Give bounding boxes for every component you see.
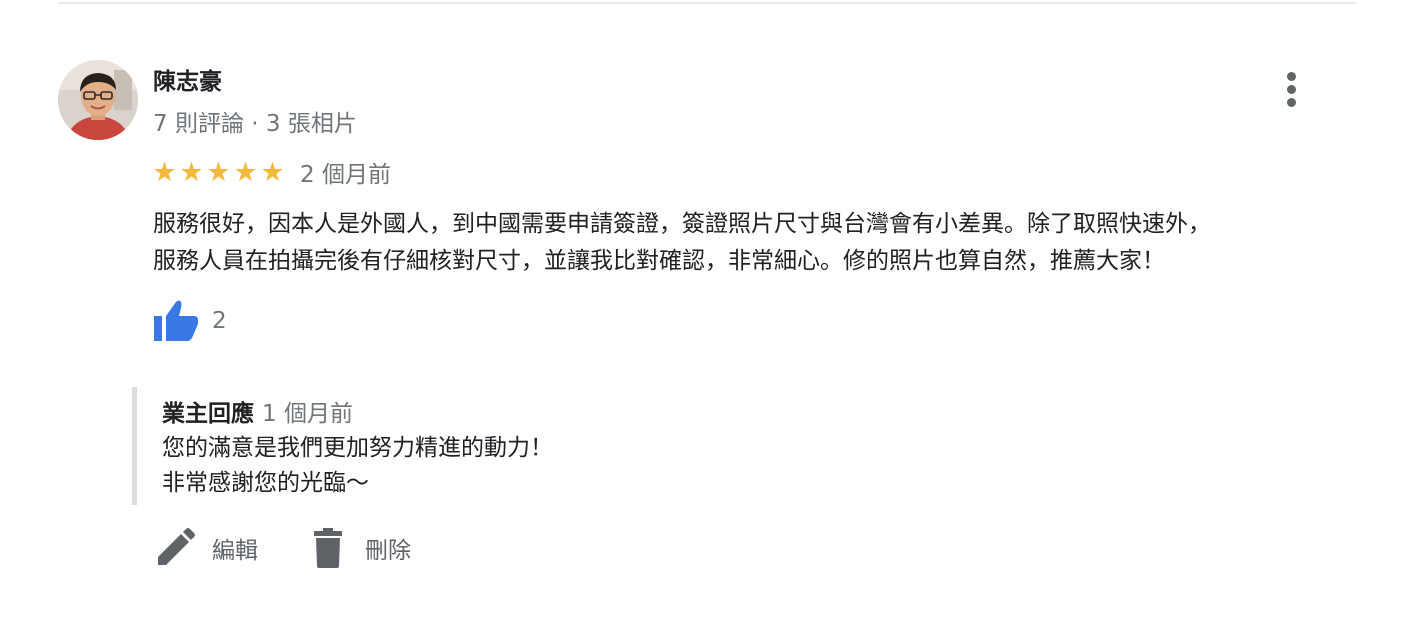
reviewer-meta[interactable]: 7 則評論 · 3 張相片 <box>153 104 357 138</box>
reviewer-name[interactable]: 陳志豪 <box>153 62 222 96</box>
avatar-photo <box>58 60 138 140</box>
owner-reply-header: 業主回應 1 個月前 <box>162 397 832 431</box>
like-button[interactable] <box>152 298 200 344</box>
reviewer-avatar[interactable] <box>58 60 138 140</box>
rating-row: ★ ★ ★ ★ ★ 2 個月前 <box>152 154 391 190</box>
top-divider <box>58 2 1356 4</box>
trash-icon <box>308 528 348 568</box>
star-icon: ★ <box>152 156 177 188</box>
star-icon: ★ <box>206 156 231 188</box>
reply-actions: 編輯 刪除 <box>155 528 411 568</box>
delete-button[interactable]: 刪除 <box>308 528 411 568</box>
star-icon: ★ <box>179 156 204 188</box>
edit-label: 編輯 <box>212 538 258 564</box>
review-text: 服務很好，因本人是外國人，到中國需要申請簽證，簽證照片尺寸與台灣會有小差異。除了… <box>153 206 1368 280</box>
owner-reply-date: 1 個月前 <box>262 401 353 427</box>
more-options-button[interactable] <box>1276 68 1308 110</box>
star-icon: ★ <box>260 156 285 188</box>
star-rating: ★ ★ ★ ★ ★ <box>152 159 285 186</box>
owner-reply-label: 業主回應 <box>162 401 254 427</box>
like-count: 2 <box>212 308 227 334</box>
review-date: 2 個月前 <box>300 162 391 188</box>
like-row: 2 <box>152 298 227 344</box>
owner-reply-line: 非常感謝您的光臨～ <box>162 470 369 496</box>
star-icon: ★ <box>233 156 258 188</box>
review-text-line: 服務人員在拍攝完後有仔細核對尺寸，並讓我比對確認，非常細心。修的照片也算自然，推… <box>153 248 1165 274</box>
owner-reply-line: 您的滿意是我們更加努力精進的動力！ <box>162 435 553 461</box>
owner-reply: 業主回應 1 個月前 您的滿意是我們更加努力精進的動力！ 非常感謝您的光臨～ <box>132 387 832 505</box>
pencil-icon <box>155 528 195 568</box>
delete-label: 刪除 <box>365 538 411 564</box>
review-text-line: 服務很好，因本人是外國人，到中國需要申請簽證，簽證照片尺寸與台灣會有小差異。除了… <box>153 211 1211 237</box>
thumb-up-icon <box>154 300 198 341</box>
edit-button[interactable]: 編輯 <box>155 528 258 568</box>
